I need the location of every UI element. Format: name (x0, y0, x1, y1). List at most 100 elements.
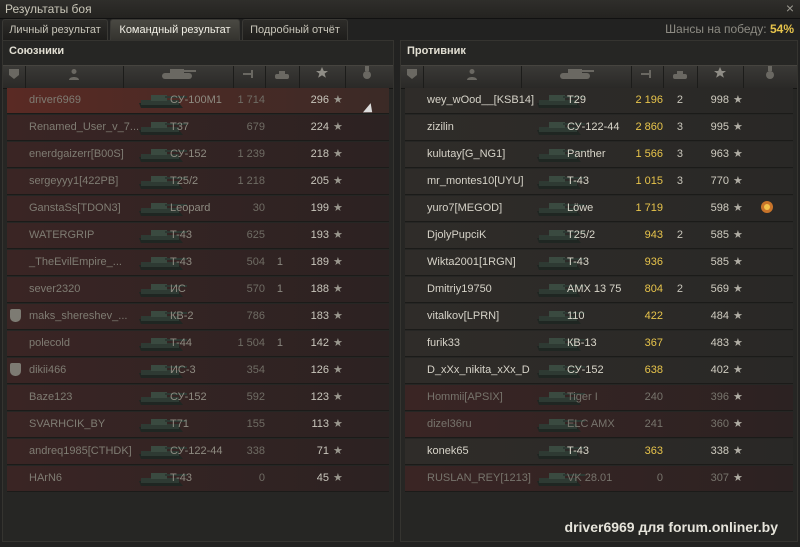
tank-name: 110 (567, 310, 585, 322)
kills-icon[interactable] (663, 66, 698, 88)
player-row[interactable]: maks_shereshev_... КВ-2 786 183 ★ (7, 304, 389, 330)
tank-name: T25/2 (170, 175, 199, 187)
damage-value: 1 719 (635, 202, 663, 214)
xp-star-icon: ★ (333, 229, 343, 241)
player-row[interactable]: kulutay[G_NG1] Panther 1 566 3 963 ★ (405, 142, 793, 168)
player-name: Dmitriy19750 (427, 283, 492, 295)
kills-value: 3 (676, 148, 683, 160)
tank-icon[interactable] (521, 66, 632, 88)
win-chance-value: 54% (769, 22, 794, 36)
player-name: driver6969 (29, 94, 81, 106)
player-row[interactable]: yuro7[MEGOD] Löwe 1 719 598 ★ (405, 196, 793, 222)
tab-personal-result[interactable]: Личный результат (2, 19, 108, 41)
tab-team-result[interactable]: Командный результат (110, 19, 240, 41)
xp-star-icon[interactable] (697, 66, 744, 88)
player-row[interactable]: wey_wOod__[KSB14] T29 2 196 2 998 ★ (405, 88, 793, 114)
player-row[interactable]: dizel36ru ELC AMX 241 360 ★ (405, 412, 793, 438)
player-name: sever2320 (29, 283, 81, 295)
player-row[interactable]: polecold T-44 1 504 1 142 ★ (7, 331, 389, 357)
tank-name: Panther (567, 148, 606, 160)
player-row[interactable]: Baze123 СУ-152 592 123 ★ (7, 385, 389, 411)
tank-name: T-43 (170, 472, 193, 484)
player-name: _TheEvilEmpire_... (29, 256, 122, 268)
xp-value: 483 (710, 337, 729, 349)
xp-value: 598 (710, 202, 729, 214)
kills-icon[interactable] (265, 66, 300, 88)
player-row[interactable]: sergeyyy1[422PB] T25/2 1 218 205 ★ (7, 169, 389, 195)
tank-name: T-43 (567, 256, 590, 268)
damage-value: 936 (644, 256, 663, 268)
player-row[interactable]: zizilin СУ-122-44 2 860 3 995 ★ (405, 115, 793, 141)
kills-value: 3 (676, 175, 683, 187)
player-row[interactable]: Renamed_User_v_7... T37 679 224 ★ (7, 115, 389, 141)
player-row[interactable]: vitalkov[LPRN] 110 422 484 ★ (405, 304, 793, 330)
xp-star-icon[interactable] (299, 66, 346, 88)
player-row[interactable]: SVARHCIK_BY T71 155 113 ★ (7, 412, 389, 438)
platoon-badge-icon (10, 309, 21, 322)
damage-value: 804 (644, 283, 663, 295)
platoon-icon[interactable] (401, 66, 424, 88)
kills-value: 1 (276, 256, 283, 268)
tank-name: СУ-100М1 (170, 94, 222, 106)
player-icon[interactable] (25, 66, 124, 88)
player-name: WATERGRIP (29, 229, 95, 241)
player-row[interactable]: Wikta2001[1RGN] T-43 936 585 ★ (405, 250, 793, 276)
damage-value: 2 196 (635, 94, 663, 106)
xp-value: 193 (310, 229, 329, 241)
tank-name: Leopard (170, 202, 211, 214)
damage-value: 592 (246, 391, 265, 403)
xp-value: 205 (310, 175, 329, 187)
player-row[interactable]: Dmitriy19750 AMX 13 75 804 2 569 ★ (405, 277, 793, 303)
damage-value: 155 (246, 418, 265, 430)
enemies-column-header (401, 65, 797, 89)
tank-name: T71 (170, 418, 189, 430)
player-row[interactable]: WATERGRIP T-43 625 193 ★ (7, 223, 389, 249)
damage-icon[interactable] (233, 66, 266, 88)
player-row[interactable]: GanstaSs[TDON3] Leopard 30 199 ★ (7, 196, 389, 222)
tank-name: AMX 13 75 (567, 283, 622, 295)
damage-value: 504 (246, 256, 265, 268)
player-name: Baze123 (29, 391, 73, 403)
medal-icon[interactable] (743, 66, 797, 88)
medal-icon[interactable] (759, 199, 775, 215)
platoon-badge-icon (10, 363, 21, 376)
player-row[interactable]: konek65 T-43 363 338 ★ (405, 439, 793, 465)
close-icon[interactable]: × (786, 0, 794, 16)
tank-icon[interactable] (123, 66, 234, 88)
xp-star-icon: ★ (733, 148, 743, 160)
xp-value: 126 (310, 364, 329, 376)
player-icon[interactable] (423, 66, 522, 88)
player-row[interactable]: driver6969 СУ-100М1 1 714 296 ★ (7, 88, 389, 114)
player-row[interactable]: mr_montes10[UYU] T-43 1 015 3 770 ★ (405, 169, 793, 195)
player-row[interactable]: furik33 КВ-13 367 483 ★ (405, 331, 793, 357)
xp-value: 770 (710, 175, 729, 187)
player-name: SVARHCIK_BY (29, 418, 106, 430)
player-row[interactable]: D_xXx_nikita_xXx_D СУ-152 638 402 ★ (405, 358, 793, 384)
medal-icon[interactable] (345, 66, 389, 88)
tank-name: СУ-152 (170, 391, 207, 403)
kills-value: 2 (676, 94, 683, 106)
xp-star-icon: ★ (333, 364, 343, 376)
allies-title: Союзники (9, 45, 65, 57)
player-row[interactable]: Hommii[APSIX] Tiger I 240 396 ★ (405, 385, 793, 411)
player-name: maks_shereshev_... (29, 310, 128, 322)
xp-value: 995 (710, 121, 729, 133)
tank-name: ИС (170, 283, 186, 295)
xp-star-icon: ★ (733, 337, 743, 349)
battle-results-window: Результаты боя × Личный результат Команд… (0, 0, 800, 547)
player-row[interactable]: RUSLAN_REY[1213] VK 28.01 0 307 ★ (405, 466, 793, 492)
xp-value: 338 (710, 445, 729, 457)
player-row[interactable]: enerdgaizerr[B00S] СУ-152 1 239 218 ★ (7, 142, 389, 168)
platoon-icon[interactable] (3, 66, 26, 88)
damage-icon[interactable] (631, 66, 664, 88)
player-row[interactable]: HArN6 T-43 0 45 ★ (7, 466, 389, 492)
player-row[interactable]: dikii466 ИС-3 354 126 ★ (7, 358, 389, 384)
player-row[interactable]: sever2320 ИС 570 1 188 ★ (7, 277, 389, 303)
player-row[interactable]: _TheEvilEmpire_... T-43 504 1 189 ★ (7, 250, 389, 276)
player-row[interactable]: DjolyPupciK T25/2 943 2 585 ★ (405, 223, 793, 249)
player-row[interactable]: andreq1985[CTHDK] СУ-122-44 338 71 ★ (7, 439, 389, 465)
tank-name: T-43 (170, 256, 193, 268)
player-name: polecold (29, 337, 70, 349)
tab-detailed-report[interactable]: Подробный отчёт (242, 19, 348, 41)
xp-value: 183 (310, 310, 329, 322)
